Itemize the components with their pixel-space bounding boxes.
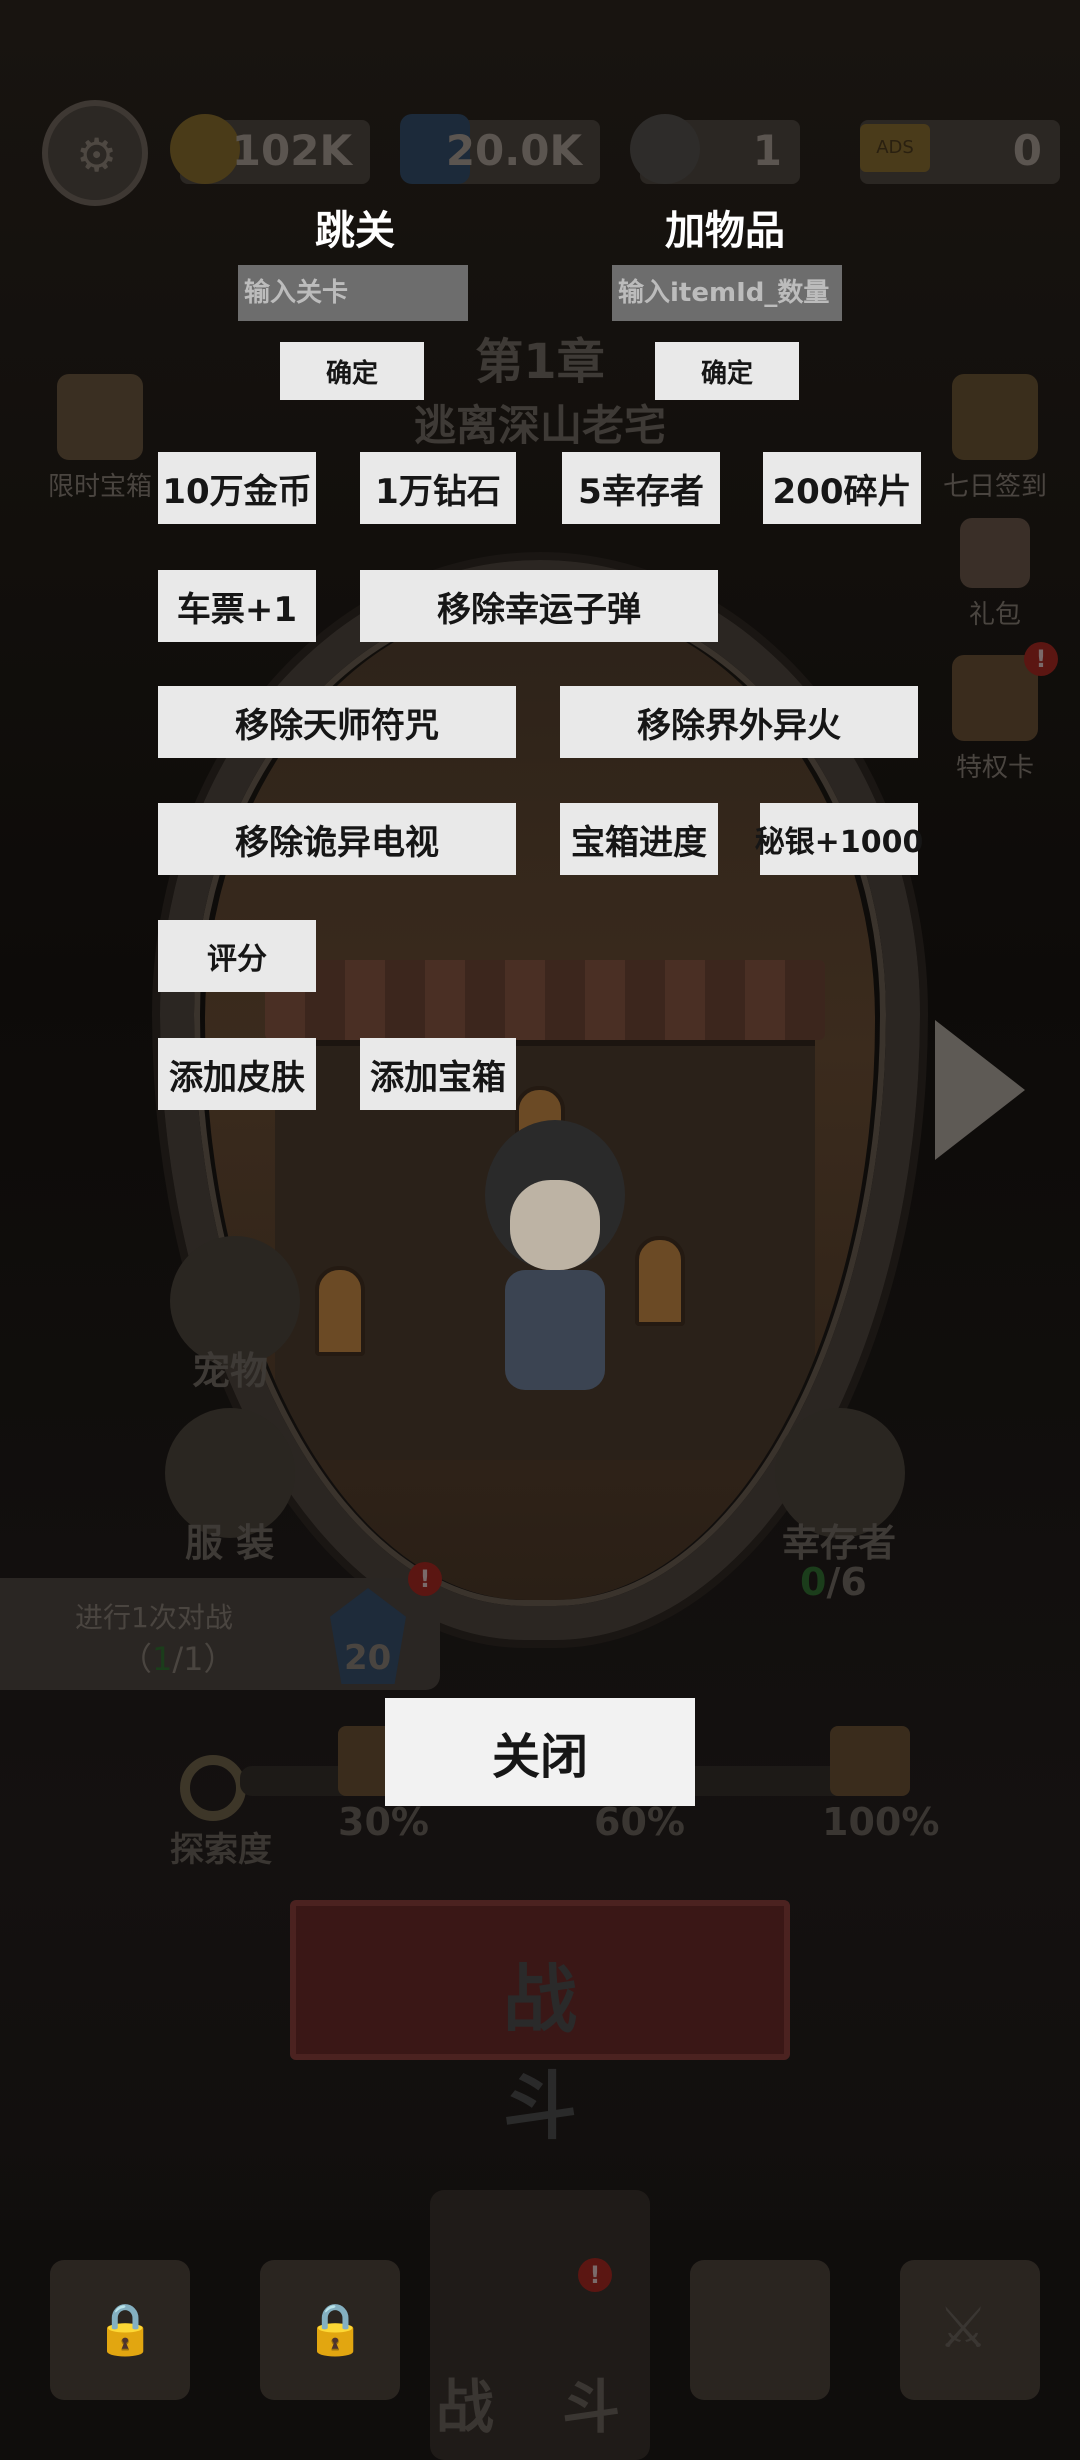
gift-pack-button[interactable]: 礼包 <box>945 518 1045 631</box>
task-progress: （1/1） <box>120 1640 236 1678</box>
remove-weird-tv-button[interactable]: 移除诡异电视 <box>158 803 516 875</box>
milestone-chest-icon[interactable] <box>830 1726 910 1796</box>
milestone-60: 60% <box>594 1800 685 1844</box>
remove-lucky-bullet-button[interactable]: 移除幸运子弹 <box>360 570 718 642</box>
add-item-confirm-button[interactable]: 确定 <box>655 342 799 400</box>
magnifier-icon <box>180 1755 246 1821</box>
tab-swords[interactable]: ⚔ <box>900 2260 1040 2400</box>
background-game: ⚙ 102K 20.0K 1 ADS 0 第1章 逃离深山老宅 限时宝箱 七日签… <box>0 0 1080 2460</box>
diamond-10k-button[interactable]: 1万钻石 <box>360 452 516 524</box>
task-badge: ! <box>408 1562 442 1596</box>
skip-level-confirm-button[interactable]: 确定 <box>280 342 424 400</box>
gold-100k-button[interactable]: 10万金币 <box>158 452 316 524</box>
notification-badge: ! <box>1024 642 1058 676</box>
limited-chest-button[interactable]: 限时宝箱 <box>45 374 155 503</box>
next-chapter-arrow-icon[interactable] <box>935 1020 1025 1160</box>
survivor-avatar-icon <box>630 114 700 184</box>
pet-label: 宠物 <box>192 1349 269 1393</box>
remove-taoist-talisman-button[interactable]: 移除天师符咒 <box>158 686 516 758</box>
settings-button[interactable]: ⚙ <box>42 100 148 206</box>
cards-icon <box>952 655 1038 741</box>
diamond-counter: 20.0K <box>400 114 600 184</box>
milestone-100: 100% <box>822 1800 940 1844</box>
ads-ticket-icon: ADS <box>860 124 930 172</box>
outfit-label: 服 装 <box>185 1521 275 1565</box>
close-button[interactable]: 关闭 <box>385 1698 695 1806</box>
level-input[interactable] <box>238 265 468 321</box>
tab-battle-label: 战 斗 <box>435 2373 645 2441</box>
fragments-200-button[interactable]: 200碎片 <box>763 452 921 524</box>
tab-locked-1[interactable]: 🔒 <box>50 2260 190 2400</box>
lock-icon: 🔒 <box>304 2300 367 2358</box>
add-item-title: 加物品 <box>665 208 785 254</box>
add-skin-button[interactable]: 添加皮肤 <box>158 1038 316 1110</box>
gold-counter: 102K <box>170 114 370 184</box>
tab-locked-2[interactable]: 🔒 <box>260 2260 400 2400</box>
exploration-label: 探索度 <box>170 1830 272 1870</box>
tab-map[interactable] <box>690 2260 830 2400</box>
gift-box-icon <box>960 518 1030 588</box>
milestone-30: 30% <box>338 1800 429 1844</box>
ticket-plus-1-button[interactable]: 车票+1 <box>158 570 316 642</box>
chapter-name: 逃离深山老宅 <box>413 401 666 450</box>
skip-level-title: 跳关 <box>315 208 395 254</box>
rating-button[interactable]: 评分 <box>158 920 316 992</box>
chest-progress-button[interactable]: 宝箱进度 <box>560 803 718 875</box>
survivor-progress: 0/6 <box>800 1560 867 1604</box>
survivor-label: 幸存者 <box>782 1521 897 1565</box>
survivors-5-button[interactable]: 5幸存者 <box>562 452 720 524</box>
survivor-counter: 1 <box>630 114 800 184</box>
resource-bar: ⚙ 102K 20.0K 1 ADS 0 <box>0 100 1080 206</box>
seven-day-signin-button[interactable]: 七日签到 <box>930 374 1060 503</box>
add-chest-button[interactable]: 添加宝箱 <box>360 1038 516 1110</box>
battle-button[interactable]: 战 斗 <box>290 1900 790 2150</box>
tab-badge: ! <box>578 2258 612 2292</box>
mithril-plus-1000-button[interactable]: 秘银+1000 <box>755 803 923 875</box>
task-panel[interactable]: 进行1次对战 （1/1） 20 <box>0 1578 440 1690</box>
treasure-chest-icon <box>57 374 143 460</box>
calendar-check-icon <box>952 374 1038 460</box>
game-screen: ⚙ 102K 20.0K 1 ADS 0 第1章 逃离深山老宅 限时宝箱 七日签… <box>0 0 1080 2460</box>
chapter-number: 第1章 <box>475 334 605 390</box>
ads-counter: ADS 0 <box>860 120 1060 184</box>
gear-icon: ⚙ <box>76 128 118 182</box>
gold-coin-icon <box>170 114 240 184</box>
crossed-swords-icon: ⚔ <box>938 2296 989 2361</box>
remove-outer-fire-button[interactable]: 移除界外异火 <box>560 686 918 758</box>
lock-icon: 🔒 <box>94 2300 157 2358</box>
item-id-input[interactable] <box>612 265 842 321</box>
